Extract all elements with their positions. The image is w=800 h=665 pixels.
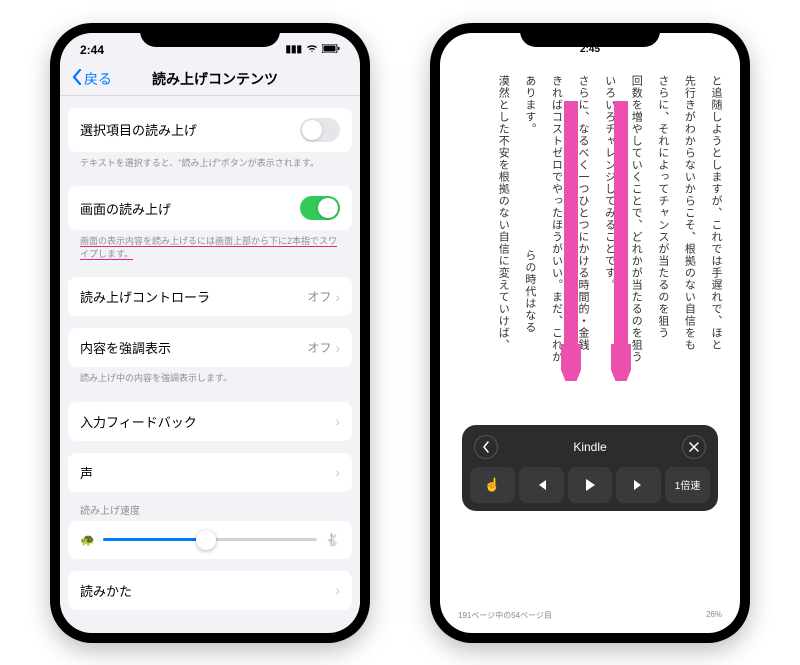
row-speak-screen[interactable]: 画面の読み上げ [68,186,352,230]
row-label: 内容を強調表示 [80,338,171,357]
hare-icon: 🐇 [325,533,340,547]
row-speaking-rate: 🐢 🐇 [68,521,352,559]
skip-back-icon [534,478,548,492]
status-icons: ▮▮▮ [285,43,340,56]
page-title: 読み上げコンテンツ [82,69,348,89]
row-label: 画面の読み上げ [80,199,171,218]
chevron-left-icon [72,69,82,88]
nav-bar: 戻る 読み上げコンテンツ [60,63,360,96]
chevron-right-icon: › [335,340,340,356]
row-label: 読みかた [80,581,132,600]
page-indicator: 191ページ中の54ページ目 [458,610,552,621]
text-column: 漠然とした不安を根拠のない自信に変えていけば、 [494,75,512,602]
chevron-right-icon: › [335,413,340,429]
rate-button[interactable]: 1倍速 [665,467,710,503]
chevron-right-icon: › [335,289,340,305]
toggle-speak-selection[interactable] [300,118,340,142]
row-value: オフ › [307,339,340,356]
clock: 2:44 [80,43,104,57]
rate-label: 1倍速 [675,477,701,492]
text-column: 回数を増やしていくことで、どれかが当たるのを狙う [627,75,645,602]
row-label: 声 [80,463,93,482]
settings-screen: 2:44 ▮▮▮ 戻る 読み上げコンテンツ [60,33,360,633]
row-speech-controller[interactable]: 読み上げコントローラ オフ › [68,277,352,316]
text-column: と追随しようとしますが、これでは手遅れで、ほと [706,75,724,602]
row-speak-selection-footer: テキストを選択すると、"読み上げ"ボタンが表示されます。 [68,152,352,175]
speed-slider[interactable] [103,538,317,541]
speed-header: 読み上げ速度 [68,492,352,521]
controller-header: Kindle [470,433,710,467]
row-value: オフ › [307,288,340,305]
phone-right: 2:45 と追随しようとしますが、これでは手遅れで、ほと 先行きがわからないから… [430,23,750,643]
speech-controller: Kindle ☝ [462,425,718,511]
text-column: さらに、なるべく一つひとつにかける時間的・金銭 [573,75,591,602]
skip-forward-icon [632,478,646,492]
row-speak-selection[interactable]: 選択項目の読み上げ [68,108,352,152]
text-column: あります。 らの時代はなる [520,75,538,602]
play-icon [583,478,597,492]
reader-body[interactable]: と追随しようとしますが、これでは手遅れで、ほと 先行きがわからないからこそ、根拠… [440,63,740,633]
text-column: 先行きがわからないからこそ、根拠のない自信をも [680,75,698,602]
progress-percent: 26% [706,610,722,621]
text-column: さらに、それによってチャンスが当たるのを狙う [653,75,671,602]
row-speak-screen-footer: 画面の表示内容を読み上げるには画面上部から下に2本指でスワイプします。 [68,230,352,265]
notch [140,23,280,47]
row-voices[interactable]: 声 › [68,453,352,492]
row-pronunciations[interactable]: 読みかた › [68,571,352,610]
row-label: 選択項目の読み上げ [80,120,197,139]
chevron-right-icon: › [335,582,340,598]
controller-title: Kindle [498,440,682,454]
previous-button[interactable] [519,467,564,503]
text-column: いろいろチャレンジしてみることです。 [600,75,618,602]
slider-thumb[interactable] [196,530,216,550]
signal-icon: ▮▮▮ [285,44,302,55]
row-highlight-content[interactable]: 内容を強調表示 オフ › [68,328,352,367]
wifi-icon [306,43,318,56]
notch [520,23,660,47]
hand-point-icon: ☝ [484,477,500,493]
collapse-button[interactable] [474,435,498,459]
toggle-speak-screen[interactable] [300,196,340,220]
row-label: 読み上げコントローラ [80,287,210,306]
next-button[interactable] [616,467,661,503]
tortoise-icon: 🐢 [80,533,95,547]
reader-screen: 2:45 と追随しようとしますが、これでは手遅れで、ほと 先行きがわからないから… [440,33,740,633]
row-highlight-footer: 読み上げ中の内容を強調表示します。 [68,367,352,390]
row-typing-feedback[interactable]: 入力フィードバック › [68,402,352,441]
phone-left: 2:44 ▮▮▮ 戻る 読み上げコンテンツ [50,23,370,643]
text-column: きればコストゼロでやったほうがいい。まだ、これか [547,75,565,602]
finger-button[interactable]: ☝ [470,467,515,503]
play-button[interactable] [568,467,613,503]
settings-body: 選択項目の読み上げ テキストを選択すると、"読み上げ"ボタンが表示されます。 画… [60,96,360,630]
reader-text[interactable]: と追随しようとしますが、これでは手遅れで、ほと 先行きがわからないからこそ、根拠… [456,71,724,606]
controller-buttons: ☝ 1倍速 [470,467,710,503]
battery-icon [322,44,340,56]
reader-footer: 191ページ中の54ページ目 26% [456,606,724,629]
row-label: 入力フィードバック [80,412,197,431]
close-button[interactable] [682,435,706,459]
chevron-right-icon: › [335,464,340,480]
